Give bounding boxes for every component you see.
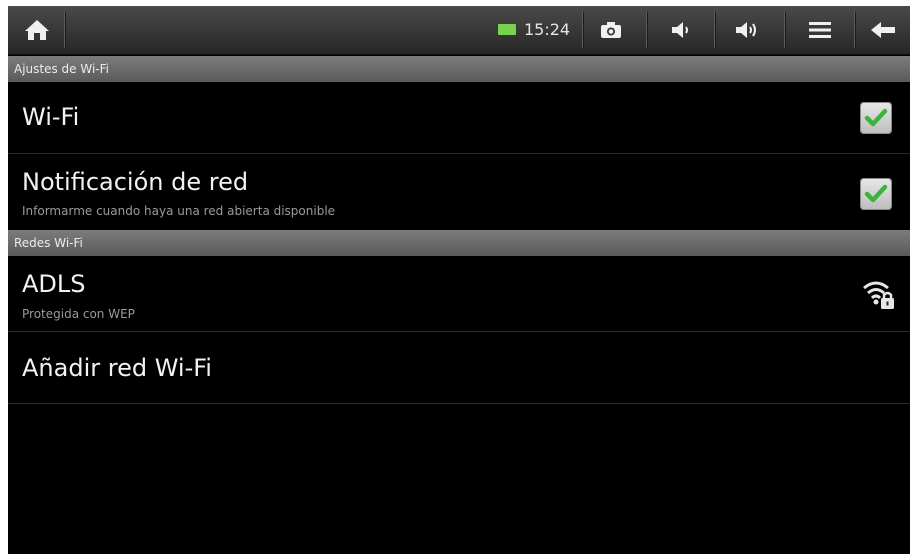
device-screen: 15:24 Ajustes de Wi-Fi Wi-Fi Notificació…	[8, 6, 910, 554]
network-notification-label: Notificación de red	[22, 168, 249, 196]
back-icon	[871, 22, 895, 38]
wifi-toggle-row[interactable]: Wi-Fi	[8, 82, 910, 154]
battery-icon	[498, 24, 516, 35]
back-button[interactable]	[856, 6, 910, 54]
network-name: ADLS	[22, 270, 86, 298]
home-button[interactable]	[14, 6, 60, 54]
status-separator	[646, 12, 648, 48]
screenshot-button[interactable]	[586, 6, 636, 54]
section-header-wifi-networks: Redes Wi-Fi	[8, 230, 910, 256]
section-header-wifi-settings: Ajustes de Wi-Fi	[8, 56, 910, 82]
add-wifi-network-button[interactable]: Añadir red Wi-Fi	[8, 332, 910, 404]
status-bar: 15:24	[8, 6, 910, 55]
menu-icon	[809, 22, 831, 38]
volume-up-icon	[736, 22, 756, 38]
menu-button[interactable]	[792, 6, 848, 54]
network-notification-checkbox[interactable]	[860, 178, 892, 210]
checkmark-icon	[864, 184, 888, 203]
network-item-adls[interactable]: ADLS Protegida con WEP	[8, 256, 910, 332]
network-notification-description: Informarme cuando haya una red abierta d…	[22, 204, 336, 218]
add-wifi-network-label: Añadir red Wi-Fi	[22, 354, 212, 382]
wifi-toggle-label: Wi-Fi	[22, 103, 80, 131]
network-security: Protegida con WEP	[22, 307, 135, 321]
volume-down-button[interactable]	[654, 6, 710, 54]
volume-down-icon	[672, 22, 688, 38]
status-separator	[64, 12, 66, 48]
network-notification-row[interactable]: Notificación de red Informarme cuando ha…	[8, 154, 910, 230]
checkmark-icon	[864, 108, 888, 127]
status-separator	[784, 12, 786, 48]
status-separator	[714, 12, 716, 48]
wifi-lock-icon	[863, 281, 894, 309]
wifi-checkbox[interactable]	[860, 102, 892, 134]
camera-icon	[601, 22, 621, 38]
home-icon	[25, 20, 49, 40]
volume-up-button[interactable]	[720, 6, 776, 54]
status-clock: 15:24	[524, 20, 571, 39]
status-separator	[582, 12, 584, 48]
